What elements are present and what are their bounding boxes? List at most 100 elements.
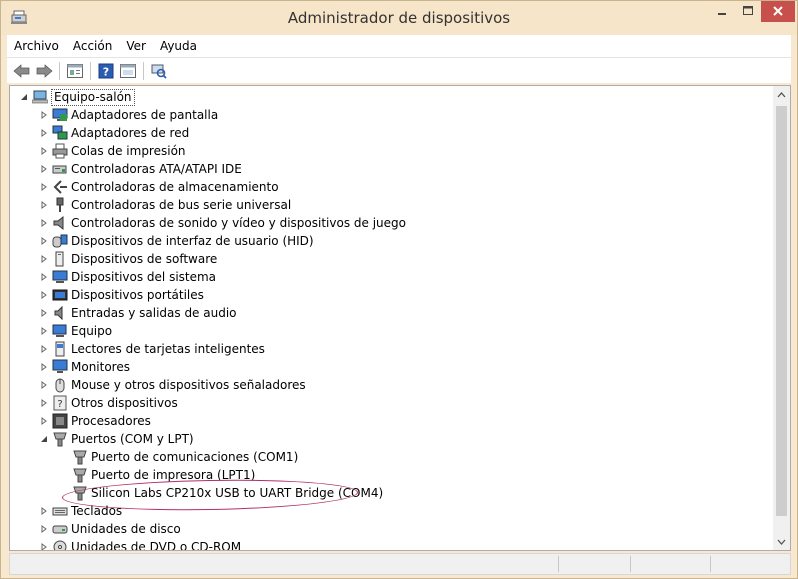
tree-category[interactable]: Dispositivos del sistema <box>38 268 216 286</box>
expand-icon[interactable] <box>38 124 50 142</box>
expand-icon[interactable] <box>38 142 50 160</box>
tree-category[interactable]: Entradas y salidas de audio <box>38 304 237 322</box>
tree-category-label: Controladoras de bus serie universal <box>71 198 292 212</box>
status-separator <box>630 556 631 572</box>
tree-device-label: Puerto de comunicaciones (COM1) <box>91 450 299 464</box>
audio-io-icon <box>52 305 68 321</box>
tree-category[interactable]: Dispositivos portátiles <box>38 286 204 304</box>
tree-category-label: Dispositivos del sistema <box>71 270 217 284</box>
tree-root[interactable]: Equipo-salón <box>18 88 135 106</box>
storage-controller-icon <box>52 179 68 195</box>
expand-icon[interactable] <box>38 340 50 358</box>
expand-icon[interactable] <box>38 538 50 550</box>
window-title: Administrador de dispositivos <box>287 9 511 27</box>
device-manager-window: Administrador de dispositivos Archivo Ac… <box>0 0 798 579</box>
vertical-scrollbar[interactable] <box>773 86 790 550</box>
tree-category[interactable]: Unidades de disco <box>38 520 181 538</box>
computer-icon <box>52 323 68 339</box>
properties-icon[interactable] <box>64 60 86 82</box>
mouse-icon <box>52 377 68 393</box>
expand-icon[interactable] <box>38 250 50 268</box>
printer-icon <box>52 143 68 159</box>
smart-card-icon <box>52 341 68 357</box>
scrollbar-thumb[interactable] <box>776 106 787 516</box>
tree-device[interactable]: Puerto de comunicaciones (COM1) <box>58 448 298 466</box>
tree-category[interactable]: Procesadores <box>38 412 151 430</box>
port-icon <box>72 467 88 483</box>
tree-category[interactable]: Mouse y otros dispositivos señaladores <box>38 376 306 394</box>
tree-category-label: Colas de impresión <box>71 144 186 158</box>
tree-category-label: Controladoras de almacenamiento <box>71 180 279 194</box>
tree-category[interactable]: Dispositivos de interfaz de usuario (HID… <box>38 232 314 250</box>
computer-icon <box>32 89 48 105</box>
menu-archivo[interactable]: Archivo <box>7 35 66 57</box>
tree-category[interactable]: Lectores de tarjetas inteligentes <box>38 340 265 358</box>
expand-icon[interactable] <box>38 358 50 376</box>
toolbar-separator <box>90 61 91 80</box>
dvd-drive-icon <box>52 539 68 550</box>
portable-device-icon <box>52 287 68 303</box>
tree-category-label: Equipo <box>71 324 113 338</box>
collapse-icon[interactable] <box>18 88 30 106</box>
processor-icon <box>52 413 68 429</box>
collapse-icon[interactable] <box>38 430 50 448</box>
menu-accion[interactable]: Acción <box>66 35 119 57</box>
menu-ver[interactable]: Ver <box>119 35 153 57</box>
speaker-icon <box>52 215 68 231</box>
tree-category-label: Controladoras ATA/ATAPI IDE <box>71 162 242 176</box>
back-arrow-icon[interactable] <box>11 60 33 82</box>
ide-controller-icon <box>52 161 68 177</box>
tree-category[interactable]: Controladoras de bus serie universal <box>38 196 291 214</box>
tree-category[interactable]: Colas de impresión <box>38 142 186 160</box>
port-icon <box>72 449 88 465</box>
expand-icon[interactable] <box>38 502 50 520</box>
tree-category-label: Unidades de disco <box>71 522 181 536</box>
tree-category[interactable]: Unidades de DVD o CD-ROM <box>38 538 241 550</box>
expand-icon[interactable] <box>38 214 50 232</box>
tree-category[interactable]: ? Otros dispositivos <box>38 394 178 412</box>
expand-icon[interactable] <box>38 232 50 250</box>
expand-icon[interactable] <box>38 106 50 124</box>
help-icon[interactable]: ? <box>95 60 117 82</box>
expand-icon[interactable] <box>38 160 50 178</box>
tree-category[interactable]: Controladoras ATA/ATAPI IDE <box>38 160 242 178</box>
menu-ayuda[interactable]: Ayuda <box>153 35 204 57</box>
close-button[interactable] <box>761 1 795 22</box>
expand-icon[interactable] <box>38 322 50 340</box>
tree-category[interactable]: Controladoras de almacenamiento <box>38 178 279 196</box>
expand-icon[interactable] <box>38 196 50 214</box>
expand-icon[interactable] <box>38 304 50 322</box>
tree-category[interactable]: Monitores <box>38 358 130 376</box>
tree-category-label: Puertos (COM y LPT) <box>71 432 194 446</box>
expand-icon[interactable] <box>38 394 50 412</box>
expand-icon[interactable] <box>38 286 50 304</box>
maximize-button[interactable] <box>735 1 761 22</box>
tree-category[interactable]: Teclados <box>38 502 122 520</box>
device-tree-panel[interactable]: Equipo-salón Adaptadores de pantalla Ada… <box>9 85 791 551</box>
port-icon <box>52 431 68 447</box>
tree-category[interactable]: Adaptadores de red <box>38 124 189 142</box>
tree-category[interactable]: Adaptadores de pantalla <box>38 106 218 124</box>
expand-icon[interactable] <box>38 178 50 196</box>
title-bar[interactable]: Administrador de dispositivos <box>1 1 797 35</box>
tree-category[interactable]: Dispositivos de software <box>38 250 217 268</box>
unknown-device-icon: ? <box>52 395 68 411</box>
expand-icon[interactable] <box>38 412 50 430</box>
scroll-up-icon[interactable] <box>773 86 790 103</box>
tree-category-label: Otros dispositivos <box>71 396 178 410</box>
tree-category-label: Dispositivos de software <box>71 252 218 266</box>
scroll-down-icon[interactable] <box>773 533 790 550</box>
forward-arrow-icon[interactable] <box>33 60 55 82</box>
tree-category-ports[interactable]: Puertos (COM y LPT) <box>38 430 194 448</box>
expand-icon[interactable] <box>38 268 50 286</box>
tree-category-label: Adaptadores de red <box>71 126 190 140</box>
tree-category[interactable]: Equipo <box>38 322 112 340</box>
expand-icon[interactable] <box>38 376 50 394</box>
tree-category[interactable]: Controladoras de sonido y vídeo y dispos… <box>38 214 406 232</box>
view-icon[interactable] <box>117 60 139 82</box>
scan-hardware-icon[interactable] <box>148 60 170 82</box>
expand-icon[interactable] <box>38 520 50 538</box>
minimize-button[interactable] <box>709 1 735 22</box>
tree-category-label: Controladoras de sonido y vídeo y dispos… <box>71 216 406 230</box>
tree-category-label: Mouse y otros dispositivos señaladores <box>71 378 306 392</box>
